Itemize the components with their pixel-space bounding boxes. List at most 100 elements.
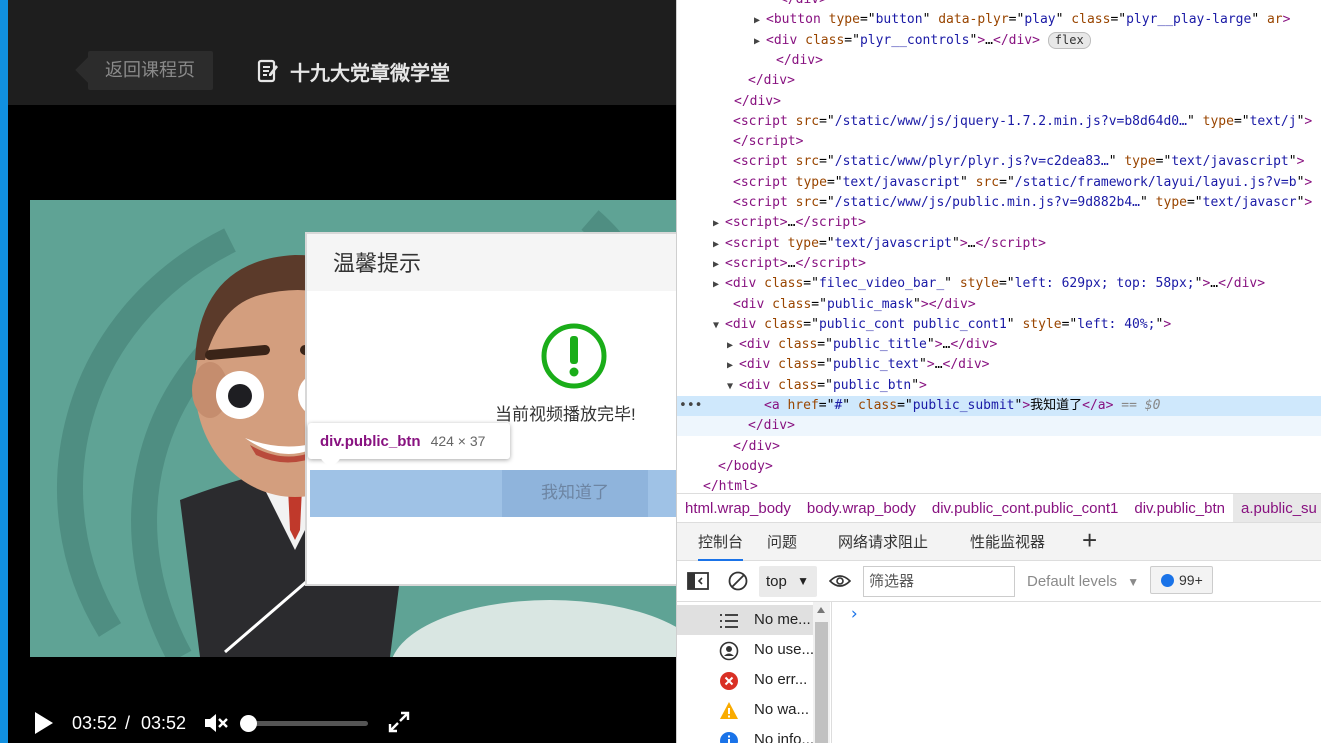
dom-node[interactable]: </div>: [677, 437, 1321, 457]
tab-console[interactable]: 控制台: [698, 523, 744, 561]
sidebar-item-info[interactable]: No info...: [677, 725, 813, 743]
breadcrumb-item[interactable]: body.wrap_body: [799, 494, 924, 522]
dom-node[interactable]: </html>: [677, 477, 1321, 493]
context-select-value: top: [766, 573, 787, 590]
notebook-icon: [257, 59, 278, 83]
console-filter-input[interactable]: [863, 566, 1015, 597]
exclamation-circle-icon: [541, 323, 607, 389]
scrollbar-thumb[interactable]: [815, 622, 828, 743]
more-options-icon[interactable]: •••: [679, 396, 702, 416]
log-levels-label: Default levels: [1027, 573, 1118, 590]
dom-node[interactable]: </div>: [677, 416, 1321, 437]
fullscreen-icon[interactable]: [388, 711, 410, 733]
dom-node[interactable]: ▼ <div class="public_cont public_cont1" s…: [677, 315, 1321, 335]
course-title-text: 十九大党章微学堂: [290, 62, 450, 85]
expand-right-triangle-icon[interactable]: ▶: [713, 214, 725, 234]
expand-right-triangle-icon[interactable]: ▶: [727, 356, 739, 376]
log-levels-dropdown[interactable]: Default levels ▼: [1027, 566, 1139, 597]
dom-breadcrumb: html.wrap_body body.wrap_body div.public_c…: [677, 493, 1321, 523]
sidebar-item-label: No err...: [754, 671, 808, 688]
dom-node[interactable]: </body>: [677, 457, 1321, 477]
breadcrumb-item[interactable]: html.wrap_body: [677, 494, 799, 522]
dom-node[interactable]: <script src="/static/www/plyr/plyr.js?v=…: [677, 152, 1321, 172]
volume-thumb[interactable]: [240, 715, 257, 732]
expand-right-triangle-icon[interactable]: ▶: [713, 275, 725, 295]
expand-right-triangle-icon[interactable]: ▶: [754, 11, 766, 31]
dom-node[interactable]: ▶ <div class="plyr__controls">…</div> fle…: [677, 31, 1321, 51]
sidebar-item-errors[interactable]: No err...: [677, 665, 813, 695]
live-expression-eye-icon[interactable]: [829, 571, 851, 591]
expand-down-triangle-icon[interactable]: ▼: [713, 316, 725, 336]
dom-node[interactable]: </script>: [677, 132, 1321, 152]
tab-network-request-blocking[interactable]: 网络请求阻止: [838, 523, 928, 561]
tooltip-element-size: 424 × 37: [430, 433, 486, 449]
dom-node[interactable]: ▶ <div class="public_title">…</div>: [677, 335, 1321, 355]
dom-node[interactable]: ▶ <button type="button" data-plyr="play" …: [677, 10, 1321, 30]
back-to-course-button[interactable]: 返回课程页: [88, 51, 213, 90]
scroll-up-arrow-icon[interactable]: [817, 607, 825, 613]
dom-node[interactable]: ▶ <div class="filec_video_bar_" style="le…: [677, 274, 1321, 294]
tab-issues[interactable]: 问题: [767, 523, 797, 561]
expand-right-triangle-icon[interactable]: ▶: [754, 32, 766, 52]
dom-node[interactable]: </div>: [677, 71, 1321, 91]
dom-node[interactable]: </div>: [677, 0, 1321, 10]
expand-right-triangle-icon[interactable]: ▶: [713, 235, 725, 255]
issues-count-badge[interactable]: 99+: [1150, 566, 1213, 594]
sidebar-scrollbar[interactable]: [813, 602, 830, 743]
chevron-down-icon: ▼: [797, 574, 809, 588]
expand-right-triangle-icon[interactable]: ▶: [713, 255, 725, 275]
console-toolbar: top ▼ Default levels ▼ 99+: [677, 561, 1321, 602]
breadcrumb-item-active[interactable]: a.public_su: [1233, 494, 1321, 522]
clear-console-icon[interactable]: [728, 571, 748, 591]
devtools-panel: </div>▶<button type="button" data-plyr="…: [676, 0, 1321, 743]
error-icon: [720, 672, 738, 690]
breadcrumb-item[interactable]: div.public_btn: [1126, 494, 1233, 522]
element-inspector-tooltip: div.public_btn 424 × 37: [308, 423, 510, 459]
dom-node[interactable]: <script src="/static/www/js/jquery-1.7.2…: [677, 112, 1321, 132]
page-edge-strip: [0, 0, 8, 743]
console-sidebar: No me... No use... No err... No wa... No…: [677, 602, 832, 743]
add-tab-plus-icon[interactable]: +: [1082, 527, 1106, 553]
dom-node[interactable]: <script src="/static/www/js/public.min.j…: [677, 193, 1321, 213]
sidebar-toggle-icon[interactable]: [687, 572, 709, 590]
sidebar-item-user-messages[interactable]: No use...: [677, 635, 813, 665]
page-header: 返回课程页 十九大党章微学堂: [8, 0, 676, 105]
dom-node[interactable]: ▶ <script>…</script>: [677, 254, 1321, 274]
console-prompt-icon[interactable]: ›: [849, 604, 859, 624]
back-to-course-label: 返回课程页: [105, 60, 195, 80]
expand-down-triangle-icon[interactable]: ▼: [727, 377, 739, 397]
context-select[interactable]: top ▼: [759, 566, 817, 597]
sidebar-item-label: No use...: [754, 641, 813, 658]
info-icon: [720, 732, 738, 743]
play-icon[interactable]: [30, 710, 56, 736]
dom-node[interactable]: ▶ <script type="text/javascript">…</scrip…: [677, 234, 1321, 254]
tab-performance-monitor[interactable]: 性能监视器: [970, 523, 1045, 561]
muted-speaker-icon[interactable]: [203, 712, 229, 734]
sidebar-item-label: No me...: [754, 611, 811, 628]
sidebar-item-warnings[interactable]: No wa...: [677, 695, 813, 725]
sidebar-item-label: No info...: [754, 731, 813, 743]
dom-node[interactable]: </div>: [677, 51, 1321, 71]
dom-node[interactable]: </div>: [677, 92, 1321, 112]
dom-node[interactable]: ▶ <script>…</script>: [677, 213, 1321, 233]
breadcrumb-item[interactable]: div.public_cont.public_cont1: [924, 494, 1127, 522]
list-icon: [720, 614, 738, 628]
sidebar-item-messages[interactable]: No me...: [677, 605, 813, 635]
dom-node[interactable]: ▼ <div class="public_btn">: [677, 376, 1321, 396]
drawer-tabs: 控制台 问题 网络请求阻止 性能监视器 +: [677, 523, 1321, 561]
dom-tree[interactable]: </div>▶<button type="button" data-plyr="…: [677, 0, 1321, 493]
flex-badge[interactable]: flex: [1047, 31, 1091, 49]
dom-node-selected[interactable]: ••• <a href="#" class="public_submit">我知道…: [677, 396, 1321, 416]
time-separator: /: [125, 713, 131, 733]
expand-right-triangle-icon[interactable]: ▶: [727, 336, 739, 356]
tooltip-element-name: div.public_btn: [320, 433, 421, 450]
issues-count: 99+: [1179, 572, 1203, 588]
dom-node[interactable]: <script type="text/javascript" src="/sta…: [677, 173, 1321, 193]
acknowledge-button[interactable]: 我知道了: [502, 470, 648, 517]
chevron-down-icon: ▼: [1127, 575, 1140, 589]
dom-node[interactable]: <div class="public_mask"></div>: [677, 295, 1321, 315]
course-page: 返回课程页 十九大党章微学堂 温馨提示 当前视频播放完毕! 我知道了 div.p…: [0, 0, 676, 743]
dom-node[interactable]: ▶ <div class="public_text">…</div>: [677, 355, 1321, 375]
volume-slider[interactable]: [240, 715, 368, 732]
sidebar-item-label: No wa...: [754, 701, 810, 718]
